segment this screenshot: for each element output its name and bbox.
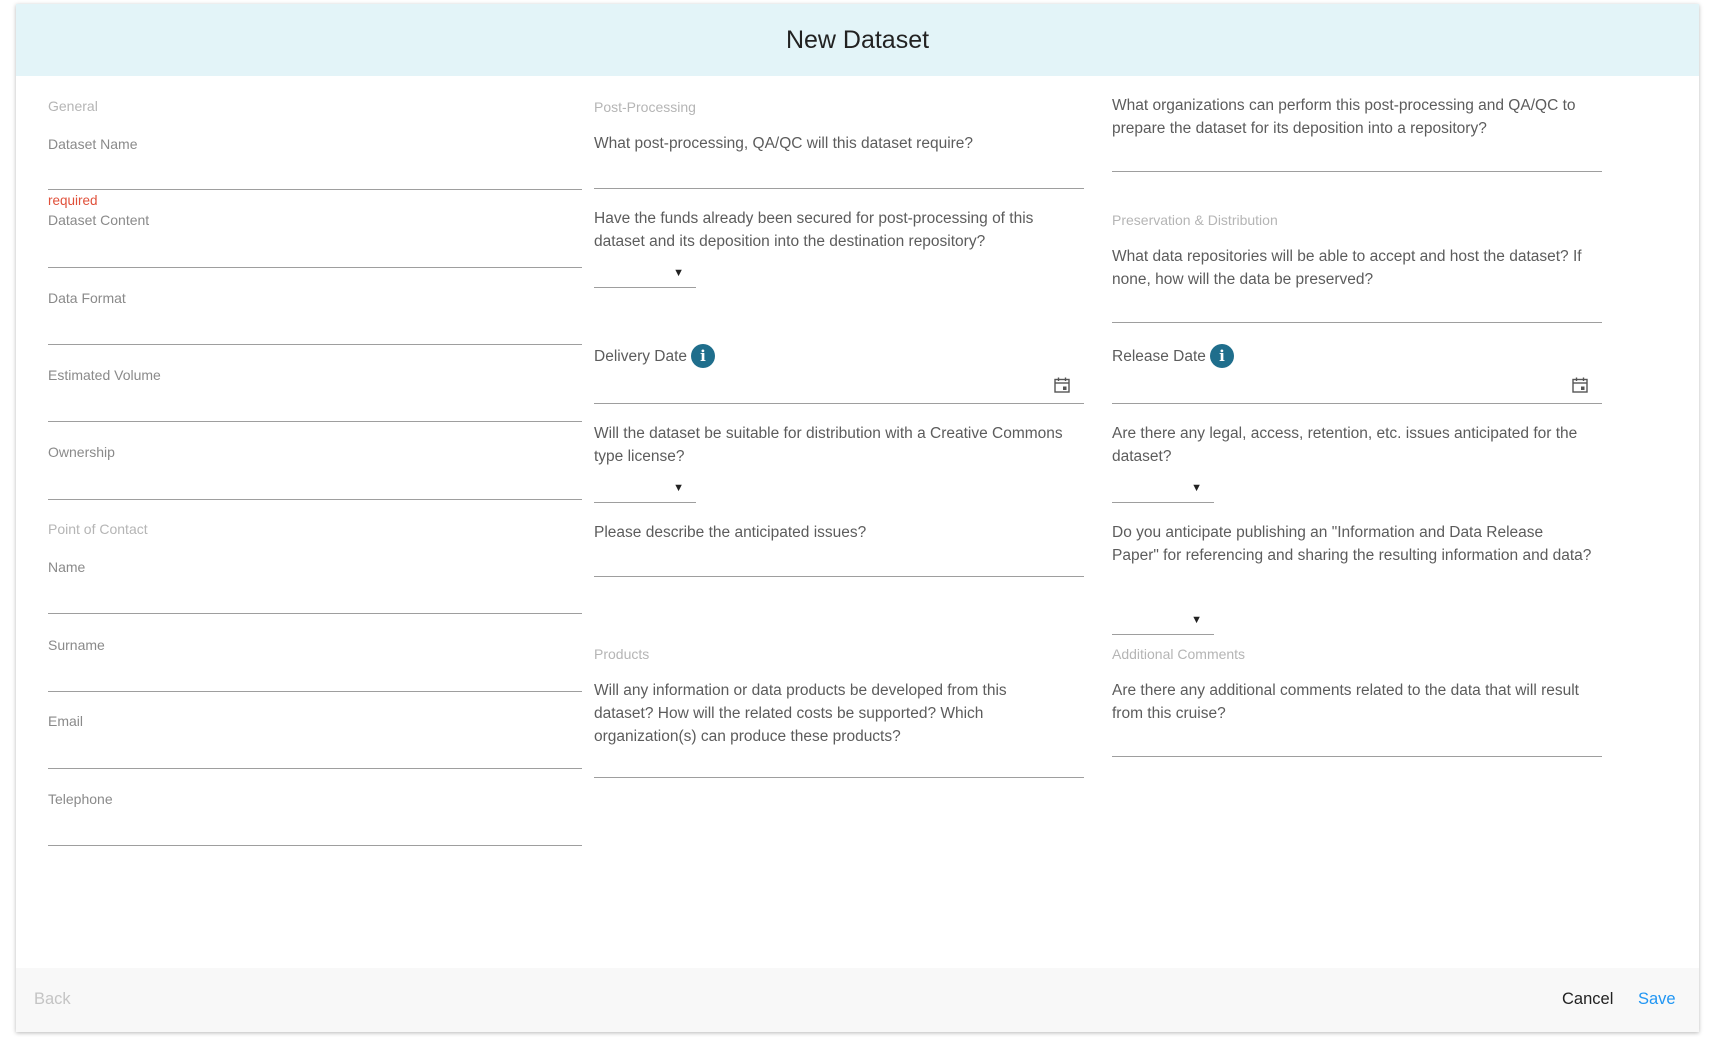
- creative-commons-dropdown[interactable]: ▼: [594, 474, 696, 503]
- qaqc-field[interactable]: [594, 188, 1084, 189]
- delivery-date-label: Delivery Date: [594, 347, 688, 365]
- legal-issues-dropdown[interactable]: ▼: [1112, 474, 1214, 503]
- ownership-label: Ownership: [48, 444, 115, 460]
- comments-question: Are there any additional comments relate…: [1112, 682, 1579, 722]
- data-format-field[interactable]: [48, 344, 582, 345]
- section-general: General: [48, 98, 98, 114]
- save-button[interactable]: Save: [1638, 990, 1676, 1009]
- section-preservation-distribution: Preservation & Distribution: [1112, 212, 1278, 228]
- release-date-label: Release Date: [1112, 347, 1206, 365]
- publishing-dropdown[interactable]: ▼: [1112, 606, 1214, 635]
- caret-down-icon: ▼: [673, 267, 684, 279]
- dialog-title: New Dataset: [785, 25, 930, 54]
- dataset-content-field[interactable]: [48, 267, 582, 268]
- caret-down-icon: ▼: [673, 482, 684, 494]
- funds-question: Have the funds already been secured for …: [594, 210, 1034, 250]
- contact-telephone-label: Telephone: [48, 791, 113, 807]
- estimated-volume-label: Estimated Volume: [48, 367, 161, 383]
- products-field[interactable]: [594, 777, 1084, 778]
- caret-down-icon: ▼: [1191, 614, 1202, 626]
- section-products: Products: [594, 646, 650, 662]
- publishing-question: Do you anticipate publishing an "Informa…: [1112, 524, 1592, 564]
- delivery-date-field[interactable]: [594, 403, 1084, 404]
- info-icon[interactable]: i: [691, 344, 716, 368]
- back-button[interactable]: Back: [34, 990, 71, 1009]
- dataset-name-label: Dataset Name: [48, 136, 138, 152]
- estimated-volume-field[interactable]: [48, 421, 582, 422]
- calendar-icon[interactable]: [1054, 377, 1070, 393]
- cancel-button[interactable]: Cancel: [1562, 990, 1613, 1009]
- legal-issues-question: Are there any legal, access, retention, …: [1112, 425, 1578, 465]
- section-post-processing: Post-Processing: [594, 99, 696, 115]
- issues-describe-question: Please describe the anticipated issues?: [594, 524, 867, 541]
- contact-email-field[interactable]: [48, 768, 582, 769]
- release-date-heading: Release Date i: [1112, 343, 1234, 369]
- section-additional-comments: Additional Comments: [1112, 646, 1246, 662]
- repositories-field[interactable]: [1112, 322, 1602, 323]
- dialog-footer: Back Cancel Save: [16, 968, 1699, 1032]
- contact-surname-field[interactable]: [48, 691, 582, 692]
- info-icon[interactable]: i: [1209, 344, 1234, 368]
- funds-dropdown[interactable]: ▼: [594, 259, 696, 288]
- qaqc-question: What post-processing, QA/QC will this da…: [594, 135, 974, 152]
- caret-down-icon: ▼: [1191, 482, 1202, 494]
- creative-commons-question: Will the dataset be suitable for distrib…: [594, 425, 1063, 465]
- data-format-label: Data Format: [48, 290, 126, 306]
- organizations-question: What organizations can perform this post…: [1112, 97, 1576, 137]
- issues-describe-field[interactable]: [594, 576, 1084, 577]
- repositories-question: What data repositories will be able to a…: [1112, 248, 1582, 288]
- delivery-date-heading: Delivery Date i: [594, 343, 716, 369]
- dataset-name-error: required: [48, 193, 98, 208]
- organizations-field[interactable]: [1112, 171, 1602, 172]
- contact-name-field[interactable]: [48, 613, 582, 614]
- calendar-icon[interactable]: [1572, 377, 1588, 393]
- ownership-field[interactable]: [48, 499, 582, 500]
- section-point-of-contact: Point of Contact: [48, 521, 148, 537]
- dialog-header: New Dataset: [16, 4, 1699, 76]
- new-dataset-dialog: New Dataset General Dataset Name require…: [16, 4, 1699, 1032]
- contact-email-label: Email: [48, 713, 84, 729]
- release-date-field[interactable]: [1112, 403, 1602, 404]
- comments-field[interactable]: [1112, 756, 1602, 757]
- contact-telephone-field[interactable]: [48, 845, 582, 846]
- dataset-content-label: Dataset Content: [48, 212, 150, 228]
- products-question: Will any information or data products be…: [594, 682, 1007, 745]
- dataset-name-field[interactable]: [48, 189, 582, 190]
- contact-name-label: Name: [48, 559, 86, 575]
- contact-surname-label: Surname: [48, 637, 105, 653]
